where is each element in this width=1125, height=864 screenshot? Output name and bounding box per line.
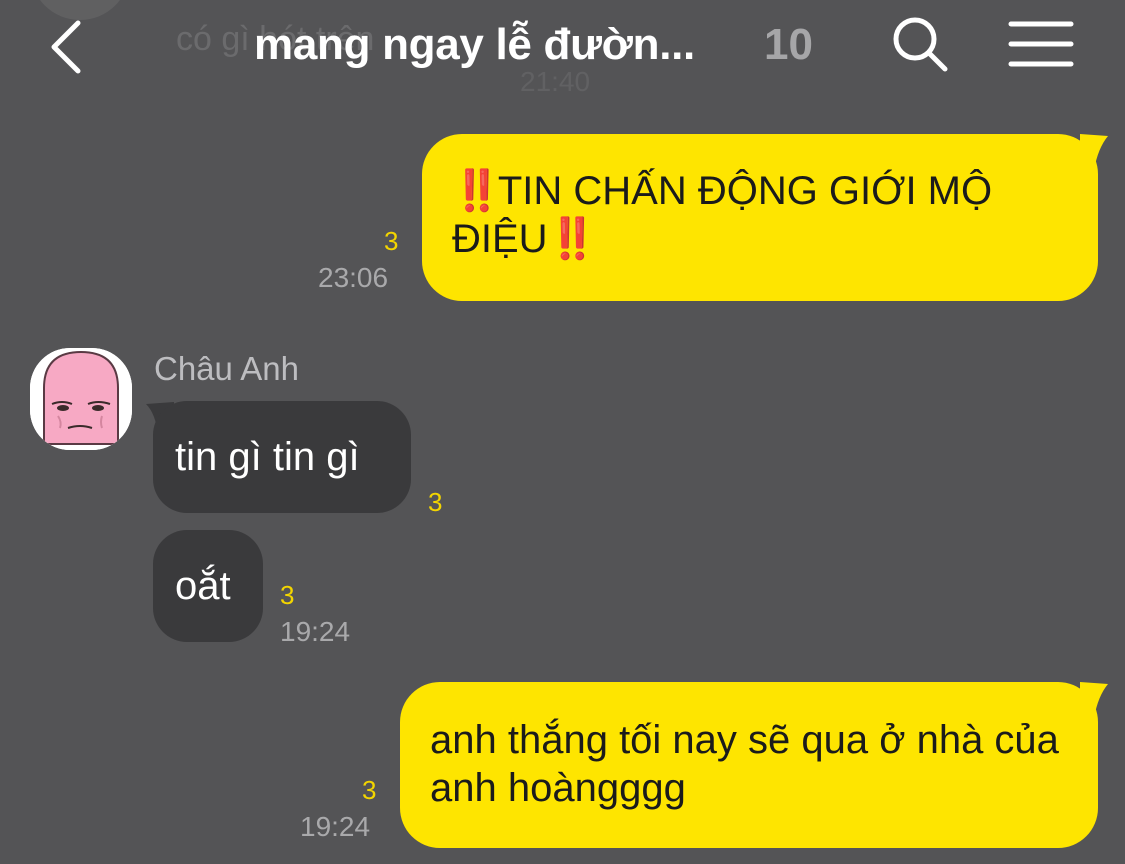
menu-button[interactable]: [1008, 18, 1074, 70]
search-icon: [893, 17, 948, 72]
avatar[interactable]: [30, 348, 132, 450]
avatar-face-icon: [30, 348, 132, 450]
message-text: anh thắng tối nay sẽ qua ở nhà của anh h…: [430, 718, 1059, 810]
unread-count: 3: [280, 580, 295, 610]
message-bubble-mine[interactable]: anh thắng tối nay sẽ qua ở nhà của anh h…: [400, 682, 1098, 848]
message-bubble-other[interactable]: oắt: [153, 530, 263, 642]
message-bubble-other[interactable]: tin gì tin gì: [153, 401, 411, 513]
unread-count: 3: [428, 487, 443, 517]
double-exclamation-icon: ‼️: [547, 217, 598, 261]
message-bubble-mine[interactable]: ‼️TIN CHẤN ĐỘNG GIỚI MỘ ĐIỆU‼️: [422, 134, 1098, 301]
back-button[interactable]: [40, 15, 100, 79]
chevron-left-icon: [51, 20, 81, 74]
unread-count: 3: [384, 226, 399, 256]
message-text: oắt: [175, 564, 231, 608]
message-time: 19:24: [300, 811, 371, 842]
unread-count: 3: [362, 775, 377, 805]
chat-title[interactable]: mang ngay lễ đườn...: [254, 20, 695, 70]
search-button[interactable]: [890, 14, 950, 74]
scrolled-message-time: 21:40: [520, 66, 591, 97]
message-text: TIN CHẤN ĐỘNG GIỚI MỘ ĐIỆU: [452, 169, 993, 261]
message-text: tin gì tin gì: [175, 435, 360, 479]
sender-name: Châu Anh: [154, 350, 299, 387]
member-count: 10: [764, 20, 813, 69]
hamburger-menu-icon: [1008, 21, 1074, 67]
message-time: 19:24: [280, 616, 351, 647]
message-time: 23:06: [318, 262, 389, 293]
chat-header: có gì hót trên 21:40 mang ngay lễ đườn..…: [0, 0, 1125, 100]
double-exclamation-icon: ‼️: [452, 169, 502, 213]
